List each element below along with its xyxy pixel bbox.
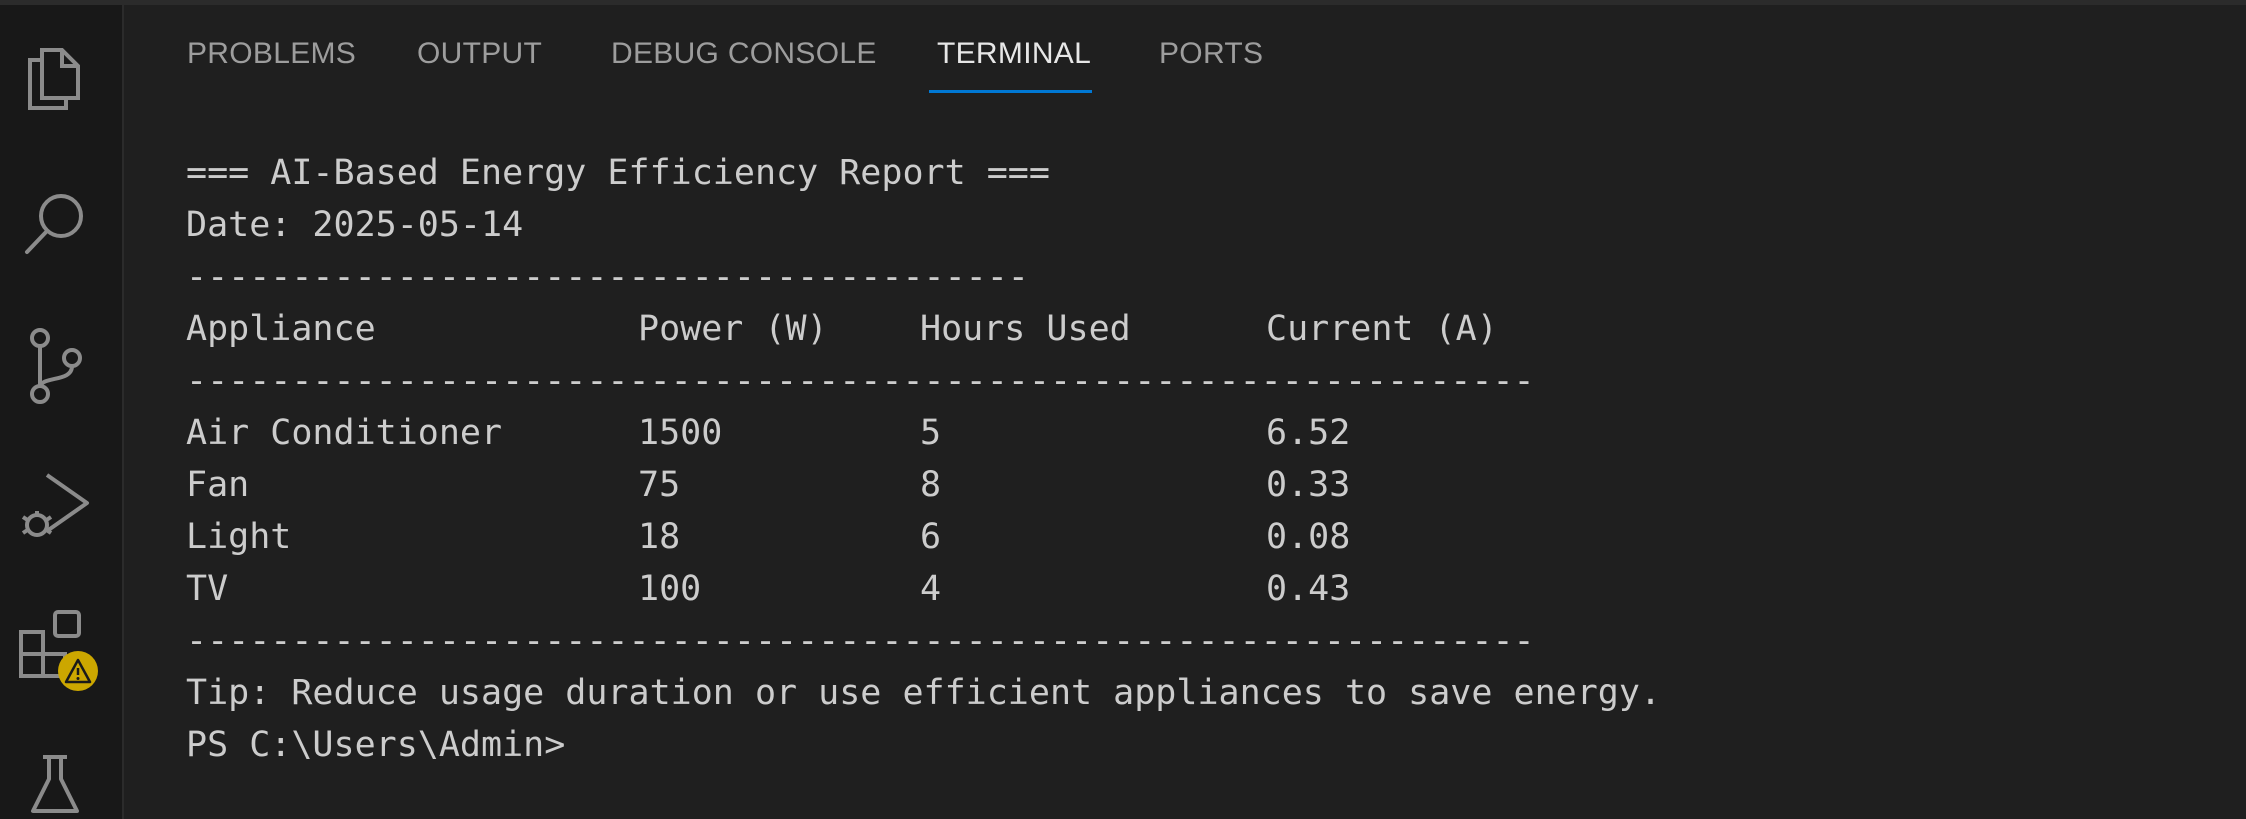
header-current: Current (A)	[1266, 309, 1498, 349]
tip-text: Tip: Reduce usage duration or use effici…	[186, 673, 1662, 713]
activity-bar	[0, 5, 124, 819]
row-appliance: Light	[186, 517, 292, 557]
table-row: Light 18 6 0.08	[186, 511, 2226, 563]
table-header: Appliance Power (W) Hours Used Current (…	[186, 303, 2226, 355]
row-current: 0.33	[1266, 465, 1351, 505]
row-current: 6.52	[1266, 413, 1351, 453]
extensions-icon[interactable]	[14, 605, 98, 691]
report-title: === AI-Based Energy Efficiency Report ==…	[186, 153, 1050, 193]
header-hours: Hours Used	[920, 309, 1131, 349]
tab-problems[interactable]: PROBLEMS	[187, 37, 356, 71]
tab-ports[interactable]: PORTS	[1159, 37, 1263, 71]
search-icon[interactable]	[14, 183, 96, 265]
table-row: TV 100 4 0.43	[186, 563, 2226, 615]
warning-icon	[64, 658, 92, 684]
shell-prompt[interactable]: PS C:\Users\Admin>	[186, 719, 2226, 771]
explorer-icon[interactable]	[14, 33, 96, 115]
terminal-output[interactable]: === AI-Based Energy Efficiency Report ==…	[186, 147, 2226, 787]
header-power: Power (W)	[638, 309, 828, 349]
table-row: Air Conditioner 1500 5 6.52	[186, 407, 2226, 459]
separator-long-bottom: ----------------------------------------…	[186, 621, 1535, 661]
row-power: 18	[638, 517, 681, 557]
separator-short: ----------------------------------------	[186, 257, 1029, 297]
header-appliance: Appliance	[186, 309, 376, 349]
row-power: 75	[638, 465, 681, 505]
report-date: Date: 2025-05-14	[186, 205, 524, 245]
table-row: Fan 75 8 0.33	[186, 459, 2226, 511]
tab-output[interactable]: OUTPUT	[417, 37, 542, 71]
panel-tabs: PROBLEMS OUTPUT DEBUG CONSOLE TERMINAL P…	[124, 5, 2246, 95]
source-control-icon[interactable]	[14, 325, 96, 407]
separator-long: ----------------------------------------…	[186, 361, 1535, 401]
row-appliance: Fan	[186, 465, 250, 505]
row-appliance: Air Conditioner	[186, 413, 503, 453]
row-power: 1500	[638, 413, 723, 453]
row-hours: 4	[920, 569, 942, 609]
row-hours: 6	[920, 517, 942, 557]
row-hours: 5	[920, 413, 942, 453]
active-tab-indicator	[929, 90, 1092, 93]
run-debug-icon[interactable]	[14, 465, 96, 547]
row-hours: 8	[920, 465, 942, 505]
row-power: 100	[638, 569, 702, 609]
row-current: 0.43	[1266, 569, 1351, 609]
tab-terminal[interactable]: TERMINAL	[937, 37, 1091, 71]
testing-icon[interactable]	[14, 745, 96, 819]
tab-debug-console[interactable]: DEBUG CONSOLE	[611, 37, 877, 71]
row-appliance: TV	[186, 569, 229, 609]
row-current: 0.08	[1266, 517, 1351, 557]
terminal-panel: PROBLEMS OUTPUT DEBUG CONSOLE TERMINAL P…	[124, 5, 2246, 819]
warning-badge	[58, 651, 98, 691]
